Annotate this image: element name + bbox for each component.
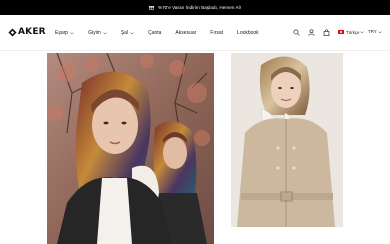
- currency-selector[interactable]: TRY: [368, 29, 382, 34]
- announcement-bar[interactable]: %70'e Varan İndirim Başladı, Hemen Al!: [0, 0, 390, 15]
- language-selector[interactable]: Türkçe: [338, 29, 365, 35]
- brand-mark-icon: [8, 27, 17, 37]
- bag-icon[interactable]: [321, 27, 331, 37]
- brand-logo[interactable]: AKER: [8, 27, 46, 37]
- menu-item-lookbook[interactable]: Lookbook: [237, 30, 259, 36]
- menu-item-label: Lookbook: [237, 30, 259, 36]
- chevron-down-icon: [130, 32, 134, 35]
- language-label: Türkçe: [346, 29, 360, 35]
- gift-icon: [148, 5, 154, 11]
- announcement-text: %70'e Varan İndirim Başladı, Hemen Al!: [157, 5, 242, 10]
- hero-photo-left: [47, 53, 214, 244]
- menu-item-sal[interactable]: Şal: [121, 30, 134, 36]
- chevron-down-icon: [360, 31, 365, 34]
- main-menu: Eşarp Giyim Şal Çanta Aksesuar Fırsat Lo…: [55, 30, 273, 36]
- menu-item-label: Şal: [120, 30, 129, 36]
- menu-item-firsat[interactable]: Fırsat: [210, 30, 223, 36]
- hero-image-right[interactable]: [231, 53, 343, 227]
- menu-item-canta[interactable]: Çanta: [148, 30, 161, 36]
- menu-item-esarp[interactable]: Eşarp: [55, 30, 74, 36]
- chevron-down-icon: [103, 32, 107, 35]
- main-header: AKER Eşarp Giyim Şal Çanta Aksesuar Fırs…: [0, 15, 390, 51]
- search-icon[interactable]: [291, 27, 301, 37]
- hero-image-left[interactable]: [47, 53, 214, 244]
- header-actions: Türkçe: [291, 27, 365, 37]
- menu-item-giyim[interactable]: Giyim: [88, 30, 107, 36]
- currency-label: TRY: [368, 29, 377, 34]
- menu-item-label: Giyim: [88, 30, 101, 36]
- chevron-down-icon: [70, 32, 74, 35]
- turkey-flag-icon: [338, 30, 344, 34]
- menu-item-aksesuar[interactable]: Aksesuar: [175, 30, 196, 36]
- menu-item-label: Çanta: [148, 30, 162, 36]
- chevron-down-icon: [378, 30, 382, 33]
- brand-name: AKER: [18, 27, 46, 37]
- menu-item-label: Aksesuar: [175, 30, 197, 36]
- menu-item-label: Fırsat: [210, 30, 224, 36]
- menu-item-label: Eşarp: [55, 30, 69, 36]
- hero-photo-right: [231, 53, 343, 227]
- user-icon[interactable]: [306, 27, 316, 37]
